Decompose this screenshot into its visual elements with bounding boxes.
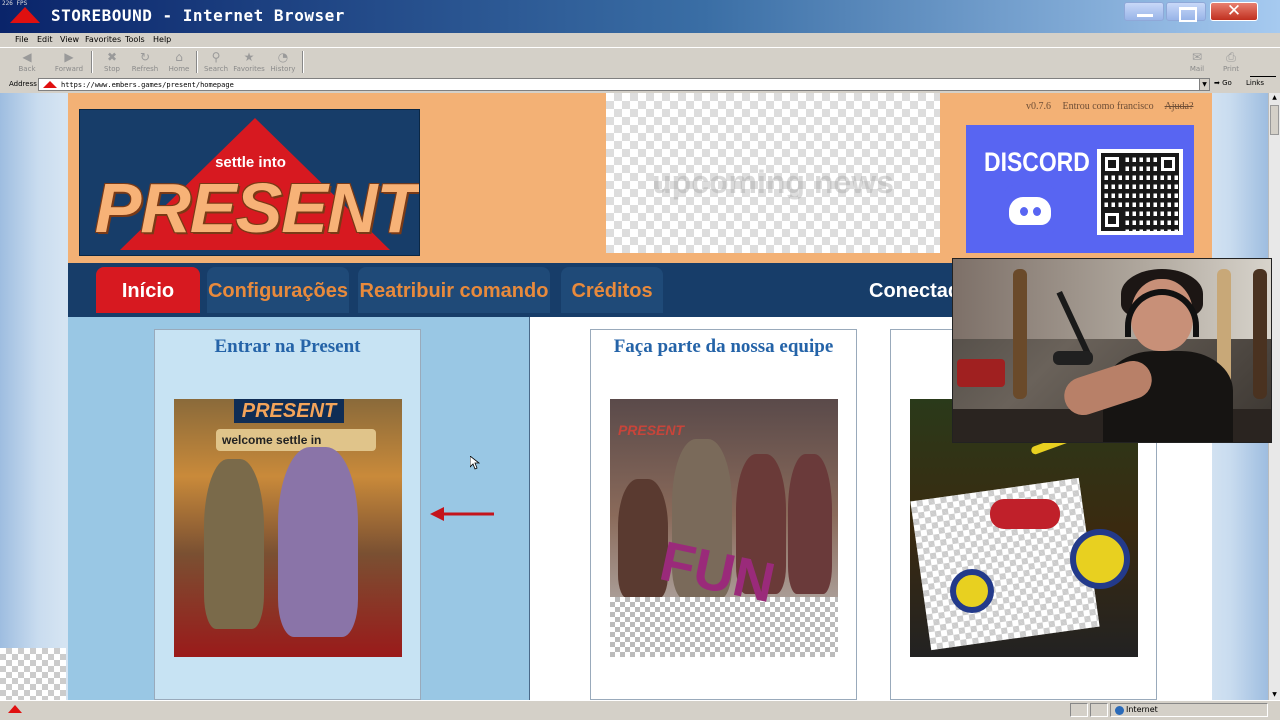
guitar-shape [1013, 269, 1027, 399]
join-team-card[interactable]: Faça parte da nossa equipe PRESENT FUN [590, 329, 857, 700]
tab-inicio[interactable]: Início [96, 267, 200, 313]
refresh-button[interactable]: ↻ Refresh [128, 50, 162, 75]
amp-shape [957, 359, 1005, 387]
title-bar[interactable]: 226 FPS STOREBOUND - Internet Browser ✕ [0, 0, 1280, 33]
team-image[interactable]: PRESENT FUN [610, 399, 838, 657]
search-button[interactable]: ⚲ Search [199, 50, 233, 75]
qr-code-icon [1097, 149, 1183, 235]
wheel-shape [950, 569, 994, 613]
stop-button[interactable]: ✖ Stop [95, 50, 129, 75]
print-button[interactable]: ⎙ Print [1214, 50, 1248, 75]
menu-help[interactable]: Help [153, 35, 171, 44]
microphone-icon [1053, 351, 1093, 365]
links-button[interactable]: Links [1246, 79, 1264, 87]
help-link[interactable]: Ajuda? [1165, 101, 1194, 112]
menu-edit[interactable]: Edit [37, 35, 53, 44]
tab-reatribuir-comando[interactable]: Reatribuir comando [358, 267, 550, 313]
status-pane [1070, 703, 1088, 717]
mail-button[interactable]: ✉ Mail [1180, 50, 1214, 75]
home-icon: ⌂ [175, 50, 183, 64]
logo-wordmark: PRESENT [94, 169, 419, 247]
address-input[interactable]: https://www.embers.games/present/homepag… [38, 78, 1210, 91]
fps-counter: 226 FPS [2, 0, 28, 7]
store-entrance-image[interactable]: PRESENT welcome settle in [174, 399, 402, 657]
logged-in-label: Entrou como francisco [1062, 101, 1154, 112]
character-figure [788, 454, 832, 594]
scroll-down-icon[interactable]: ▼ [1269, 690, 1280, 700]
history-button[interactable]: ◔ History [266, 50, 300, 75]
close-button[interactable]: ✕ [1210, 2, 1258, 21]
address-url: https://www.embers.games/present/homepag… [61, 81, 234, 89]
discord-icon [1005, 185, 1055, 235]
window-title: STOREBOUND - Internet Browser [51, 6, 345, 25]
stop-icon: ✖ [106, 50, 118, 64]
favorites-button[interactable]: ★ Favorites [232, 50, 266, 75]
tab-configuracoes[interactable]: Configurações [207, 267, 349, 313]
back-arrow-icon: ◀ [22, 50, 32, 64]
character-figure [278, 447, 358, 637]
toolbar-separator [91, 51, 93, 73]
toolbar: ◀ Back ▶ Forward ✖ Stop ↻ Refresh ⌂ Home ⚲ Sea… [0, 47, 1280, 76]
site-header: settle into PRESENT upcoming news v0.7.6… [68, 93, 1212, 263]
wheel-shape [1070, 529, 1130, 589]
tab-creditos[interactable]: Créditos [561, 267, 663, 313]
address-bar: Address https://www.embers.games/present… [0, 77, 1280, 92]
webcam-overlay [952, 258, 1272, 443]
search-icon: ⚲ [211, 50, 221, 64]
mail-icon: ✉ [1191, 50, 1203, 64]
internet-zone-icon [1115, 706, 1124, 715]
scroll-up-icon[interactable]: ▲ [1269, 93, 1280, 103]
news-banner: upcoming news [606, 93, 940, 253]
scroll-thumb[interactable] [1270, 105, 1279, 135]
card-title: Entrar na Present [214, 336, 361, 357]
menu-bar: File Edit View Favorites Tools Help [0, 33, 1280, 79]
toolbar-separator [196, 51, 198, 73]
page-status-icon [8, 705, 22, 713]
print-icon: ⎙ [1226, 50, 1236, 64]
present-watermark: PRESENT [617, 422, 685, 438]
discord-label: DISCORD [984, 147, 1090, 177]
refresh-icon: ↻ [139, 50, 151, 64]
forward-button[interactable]: ▶ Forward [52, 50, 86, 75]
enter-present-card[interactable]: Entrar na Present PRESENT welcome settle… [154, 329, 421, 700]
tricycle-seat [990, 499, 1060, 529]
history-icon: ◔ [277, 50, 289, 64]
status-bar: Internet [0, 700, 1280, 720]
forward-arrow-icon: ▶ [64, 50, 74, 64]
arrow-left-icon [430, 507, 494, 521]
menu-view[interactable]: View [60, 35, 79, 44]
star-icon: ★ [243, 50, 255, 64]
welcome-sign: welcome settle in [216, 429, 376, 451]
menu-favorites[interactable]: Favorites [85, 35, 121, 44]
menu-file[interactable]: File [15, 35, 28, 44]
zone-label: Internet [1126, 705, 1158, 714]
transparent-texture [0, 648, 66, 700]
home-button[interactable]: ⌂ Home [162, 50, 196, 75]
account-info: v0.7.6 Entrou como francisco Ajuda? [1026, 101, 1202, 112]
menu-tools[interactable]: Tools [125, 35, 145, 44]
mouse-cursor-icon [470, 456, 480, 470]
version-label: v0.7.6 [1026, 101, 1051, 112]
go-button[interactable]: ➡ Go [1214, 79, 1232, 87]
store-sign: PRESENT [234, 399, 344, 423]
maximize-button[interactable] [1166, 2, 1206, 22]
site-favicon-icon [43, 81, 57, 88]
news-placeholder: upcoming news [652, 164, 894, 200]
guitar-shape [1253, 269, 1267, 399]
discord-banner[interactable]: DISCORD [966, 125, 1194, 253]
card-title: Faça parte da nossa equipe [613, 336, 834, 357]
chevron-down-icon[interactable]: ▼ [1199, 79, 1209, 90]
present-logo[interactable]: settle into PRESENT [79, 109, 420, 256]
back-button[interactable]: ◀ Back [10, 50, 44, 75]
address-label: Address [9, 80, 37, 88]
toolbar-separator [302, 51, 304, 73]
app-logo-icon [10, 7, 40, 23]
character-figure [204, 459, 264, 629]
status-pane [1090, 703, 1108, 717]
browser-window: 226 FPS STOREBOUND - Internet Browser ✕ … [0, 0, 1280, 720]
minimize-button[interactable] [1124, 2, 1164, 21]
